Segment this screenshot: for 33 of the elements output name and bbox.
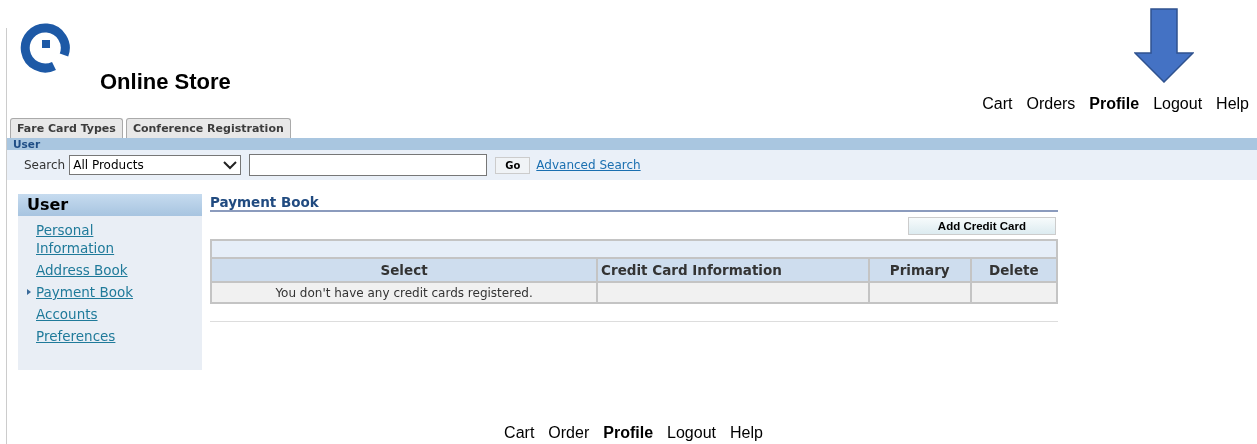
add-credit-card-button[interactable]: Add Credit Card bbox=[907, 217, 1056, 235]
logo-icon bbox=[20, 21, 72, 73]
footer-link[interactable]: Profile bbox=[603, 424, 654, 442]
sidebar-title: User bbox=[27, 195, 69, 214]
subtab-label[interactable]: User bbox=[13, 138, 41, 150]
nav-link[interactable]: Help bbox=[1216, 95, 1249, 113]
nav-link[interactable]: Orders bbox=[1026, 95, 1076, 113]
footer-link[interactable]: Logout bbox=[667, 424, 716, 442]
column-header: Select bbox=[211, 258, 598, 282]
section-title: Payment Book bbox=[210, 194, 319, 210]
sidebar-link[interactable]: Payment Book bbox=[36, 283, 156, 301]
sidebar-link[interactable]: Address Book bbox=[36, 261, 156, 279]
sidebar-link[interactable]: Accounts bbox=[36, 305, 156, 323]
search-field[interactable] bbox=[249, 154, 488, 176]
column-header: Credit Card Information bbox=[597, 258, 869, 282]
sidebar-link[interactable]: Personal Information bbox=[36, 221, 156, 257]
tab[interactable]: Fare Card Types bbox=[10, 118, 123, 138]
sidebar-link[interactable]: Preferences bbox=[36, 327, 156, 345]
nav-link[interactable]: Logout bbox=[1153, 95, 1203, 113]
store-title: Online Store bbox=[100, 69, 231, 95]
search-label: Search bbox=[24, 158, 66, 172]
column-header: Primary bbox=[868, 258, 971, 282]
category-dropdown[interactable]: All Products bbox=[69, 155, 242, 175]
nav-link[interactable]: Profile bbox=[1089, 95, 1140, 113]
footer-link[interactable]: Help bbox=[730, 424, 763, 442]
nav-link[interactable]: Cart bbox=[982, 95, 1013, 113]
footer-link[interactable]: Cart bbox=[504, 424, 535, 442]
table-cell: You don't have any credit cards registered. bbox=[211, 282, 598, 303]
tab[interactable]: Conference Registration bbox=[125, 118, 291, 138]
chevron-down-icon bbox=[223, 160, 238, 170]
footer-link[interactable]: Order bbox=[548, 424, 590, 442]
advanced-search-link[interactable]: Advanced Search bbox=[536, 158, 641, 172]
go-button[interactable]: Go bbox=[495, 156, 531, 174]
